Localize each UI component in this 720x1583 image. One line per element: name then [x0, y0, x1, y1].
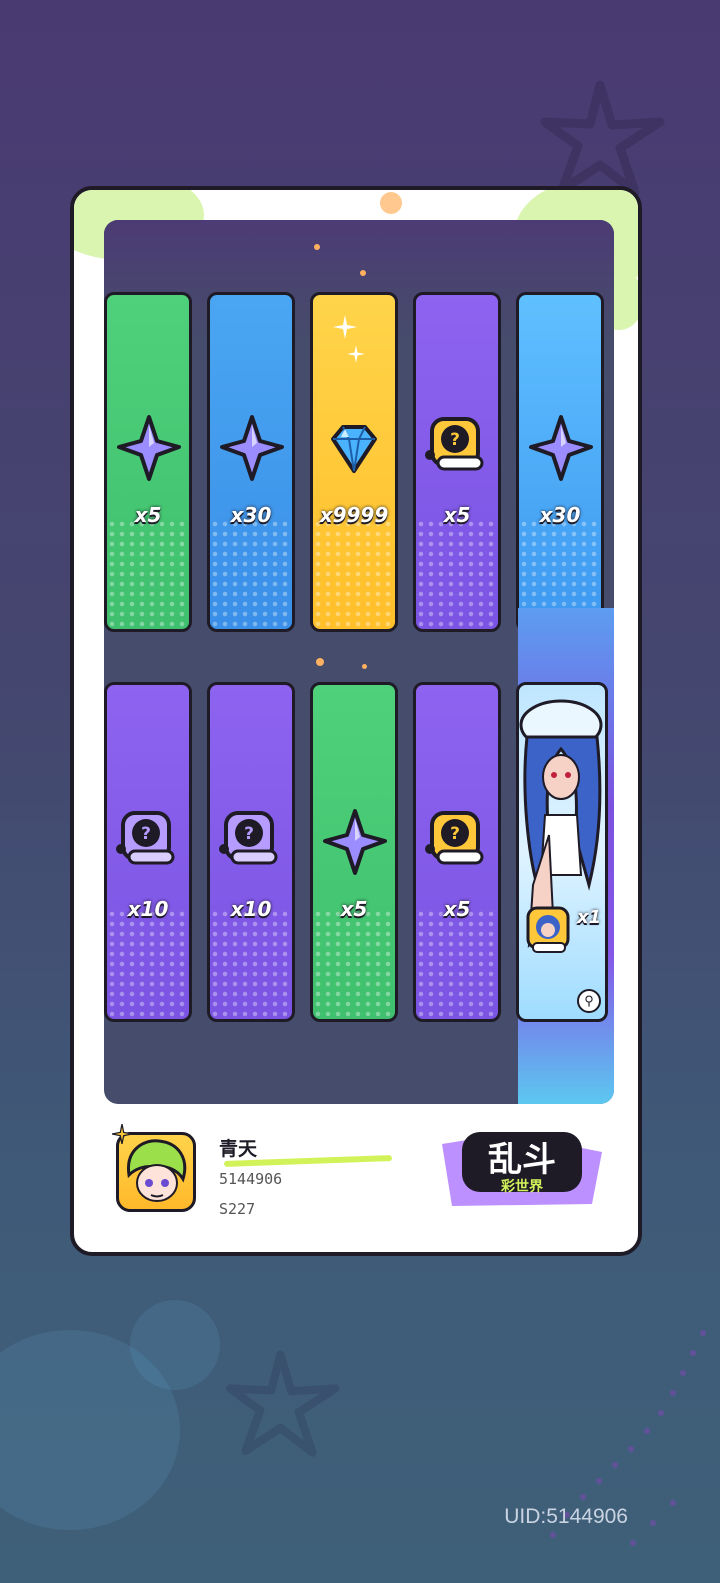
background-splash	[130, 1300, 220, 1390]
decor-dot	[362, 664, 367, 669]
orange-dot	[380, 192, 402, 214]
reward-quantity: x10	[230, 897, 272, 921]
reward-slot[interactable]: ? x10	[207, 682, 295, 1022]
reward-slot[interactable]: x9999	[310, 292, 398, 632]
svg-text:?: ?	[141, 824, 151, 844]
background-star-icon	[540, 80, 665, 197]
avatar-character-icon	[127, 1139, 187, 1202]
share-card: x5 x30 x9999 ? x5 x30 x1 ⚲ ? x10 ? x10 x…	[70, 186, 642, 1256]
reward-quantity: x9999	[319, 503, 389, 527]
decor-dot	[314, 244, 320, 250]
player-name: 青天	[219, 1138, 258, 1160]
logo-title: 乱斗	[488, 1140, 556, 1180]
reward-quantity: x5	[443, 503, 471, 527]
logo-subtitle: 彩世界	[501, 1179, 543, 1195]
player-id: 5144906	[219, 1170, 283, 1188]
reward-quantity: x5	[134, 503, 162, 527]
star-shard-icon	[323, 809, 387, 875]
reward-quantity: x5	[340, 897, 368, 921]
player-server: S227	[219, 1200, 256, 1218]
reward-quantity: x1	[577, 907, 602, 928]
reward-slot[interactable]: x30	[516, 292, 604, 632]
character-card-icon	[519, 699, 603, 949]
reward-quantity: x30	[230, 503, 272, 527]
reward-quantity: x5	[443, 897, 471, 921]
reward-slot[interactable]: x5	[310, 682, 398, 1022]
reward-slot[interactable]: ? x5	[413, 292, 501, 632]
star-shard-icon	[529, 415, 593, 481]
background-star-icon	[225, 1350, 340, 1457]
mystery-badge-icon: ?	[425, 811, 484, 865]
svg-text:?: ?	[244, 824, 254, 844]
mystery-badge-dark-icon: ?	[116, 811, 175, 865]
player-footer: 青天 5144906 S227 乱斗 彩世界	[74, 1104, 638, 1252]
diamond-icon	[331, 425, 377, 473]
reward-panel: x5 x30 x9999 ? x5 x30 x1 ⚲ ? x10 ? x10 x…	[104, 220, 614, 1104]
game-logo: 乱斗 彩世界	[432, 1114, 608, 1214]
reward-quantity: x30	[539, 503, 581, 527]
zoom-icon[interactable]: ⚲	[577, 989, 601, 1013]
reward-slot[interactable]: x5	[104, 292, 192, 632]
reward-slot[interactable]: ? x10	[104, 682, 192, 1022]
svg-text:?: ?	[450, 824, 460, 844]
star-shard-icon	[220, 415, 284, 481]
reward-slot[interactable]: ? x5	[413, 682, 501, 1022]
decor-dot	[316, 658, 324, 666]
mystery-badge-dark-icon: ?	[219, 811, 278, 865]
reward-slot[interactable]: x30	[207, 292, 295, 632]
special-reward-slot[interactable]: x1 ⚲	[516, 682, 608, 1022]
svg-text:?: ?	[450, 430, 460, 450]
background-dots	[520, 1300, 720, 1580]
sparkle-icon	[333, 315, 357, 339]
star-shard-icon	[117, 415, 181, 481]
reward-quantity: x10	[127, 897, 169, 921]
decor-dot	[360, 270, 366, 276]
mystery-badge-icon: ?	[425, 417, 484, 471]
character-avatar-badge-icon	[526, 906, 570, 953]
footer-uid: UID:5144906	[504, 1505, 628, 1528]
player-avatar[interactable]	[116, 1132, 196, 1212]
sparkle-icon	[112, 1124, 132, 1144]
sparkle-icon	[347, 345, 365, 363]
